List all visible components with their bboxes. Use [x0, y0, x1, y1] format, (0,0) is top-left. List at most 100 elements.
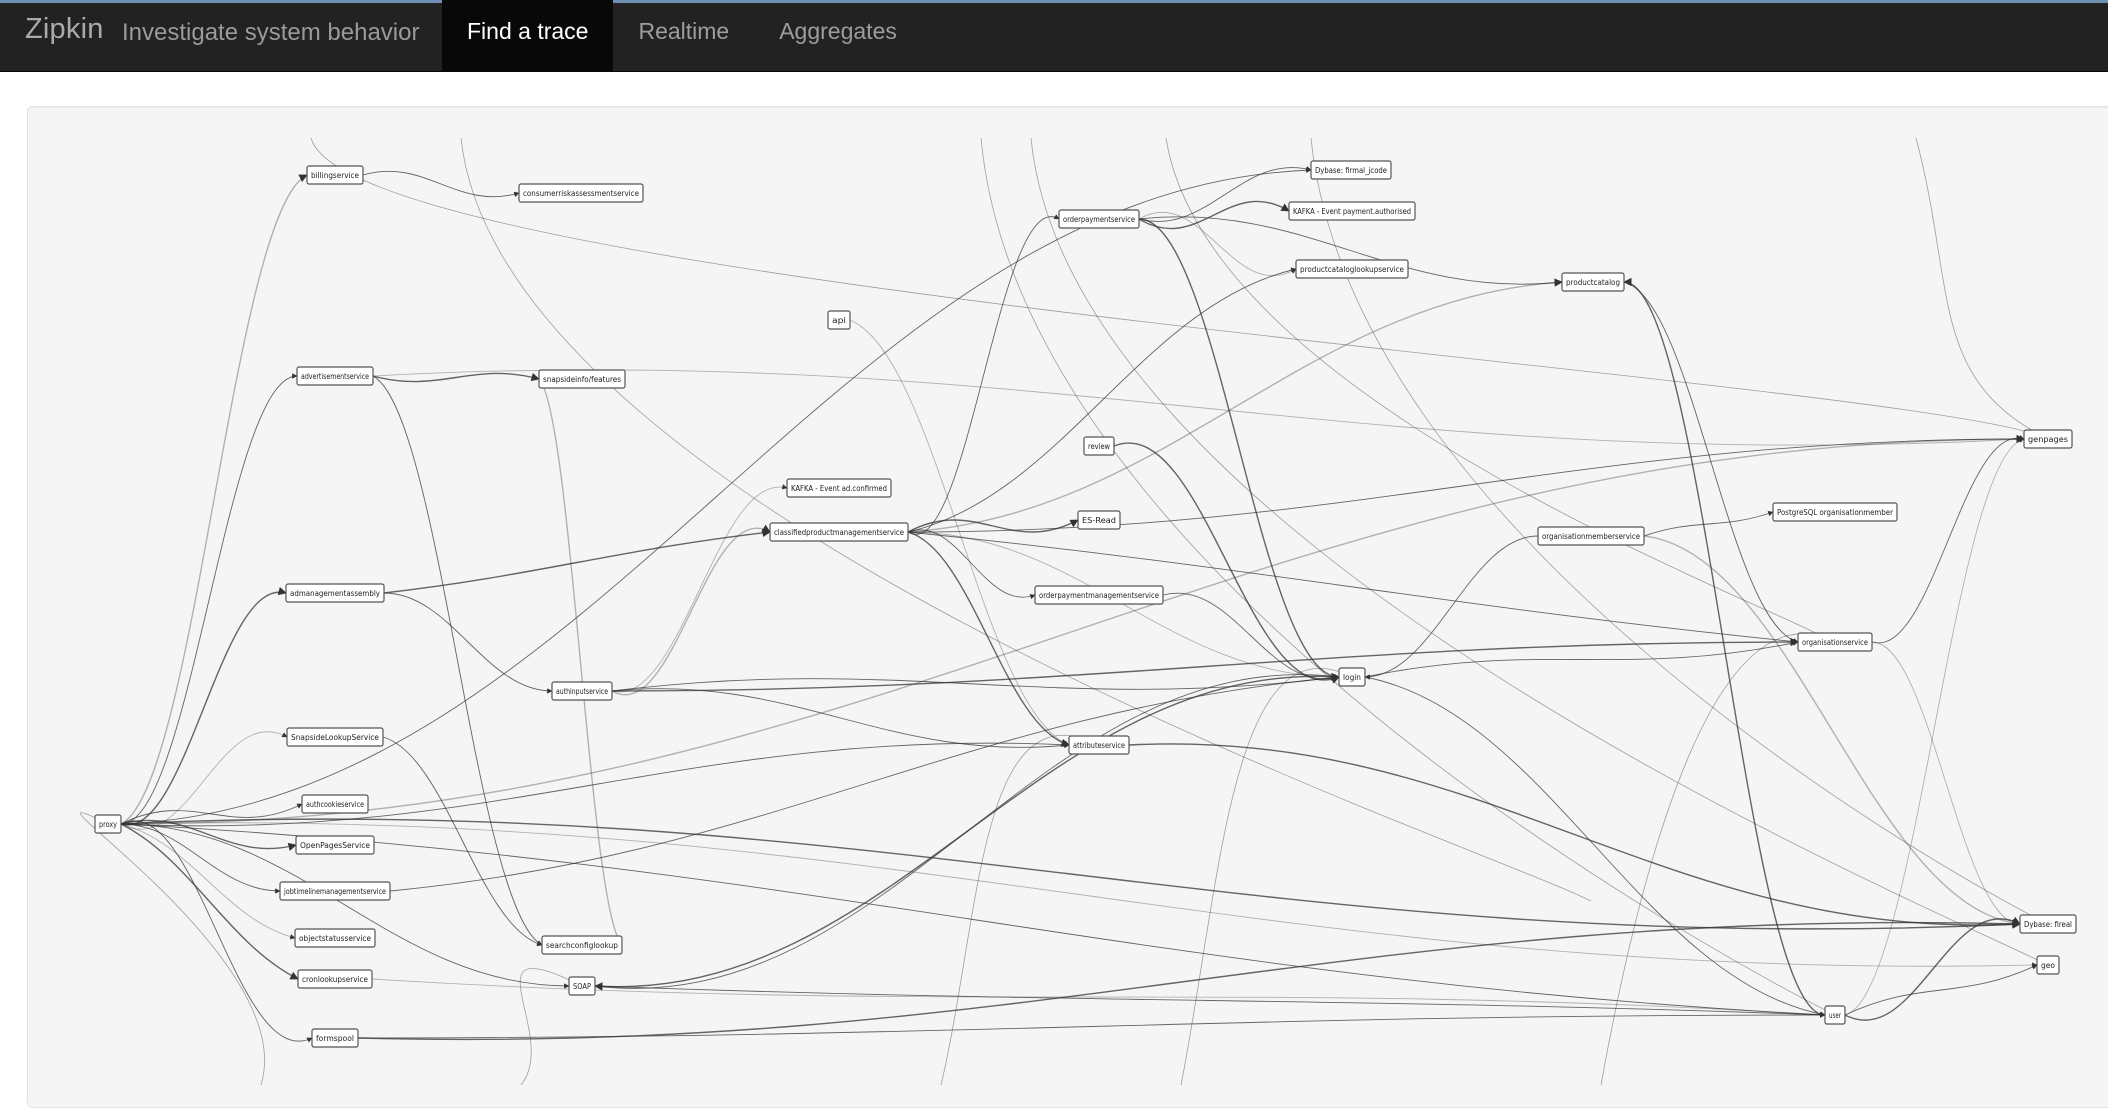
top-accent-strip: [0, 0, 2108, 3]
graph-node-label: KAFKA - Event ad.confirmed: [791, 484, 887, 493]
graph-node-label: orderpaymentservice: [1063, 215, 1135, 224]
graph-node-label: authcookieservice: [306, 800, 364, 809]
dependency-edge: [1643, 511, 1774, 537]
dependency-edge: [1364, 535, 1539, 680]
graph-node-genpages[interactable]: genpages: [2023, 429, 2073, 449]
graph-node-label: searchconfiglookup: [546, 941, 618, 950]
graph-node-label: Dybase: fireal: [2024, 920, 2072, 929]
graph-node-label: snapsideinfo/features: [543, 375, 621, 384]
dependency-edge: [120, 167, 1312, 825]
graph-node-label: admanagementassembly: [290, 589, 381, 598]
graph-node-kafka_ad[interactable]: KAFKA - Event ad.confirmed: [786, 478, 892, 498]
graph-node-organisation[interactable]: organisationservice: [1797, 632, 1873, 652]
dependency-edge: [120, 434, 2025, 825]
graph-node-kafka_payment[interactable]: KAFKA - Event payment.authorised: [1288, 201, 1416, 221]
graph-node-label: productcataloglookupservice: [1300, 265, 1404, 274]
graph-node-authcookie[interactable]: authcookieservice: [301, 794, 369, 814]
graph-node-orderpaymentservice[interactable]: orderpaymentservice: [1058, 209, 1140, 229]
graph-node-snapsidelookup[interactable]: SnapsideLookupService: [286, 727, 384, 747]
dependency-edge: [357, 1012, 1826, 1039]
graph-node-label: login: [1343, 673, 1361, 682]
graph-node-label: ES-Read: [1082, 516, 1116, 525]
graph-node-label: orderpaymentmanagementservice: [1039, 591, 1159, 600]
dependency-edge: [611, 524, 771, 696]
tab-find-a-trace[interactable]: Find a trace: [442, 0, 614, 71]
graph-node-label: PostgreSQL organisationmember: [1777, 508, 1894, 517]
dependency-edge: [1915, 137, 2049, 440]
graph-node-label: organisationservice: [1802, 638, 1868, 647]
graph-node-classified[interactable]: classifiedproductmanagementservice: [769, 522, 909, 542]
graph-node-label: KAFKA - Event payment.authorised: [1293, 207, 1411, 216]
graph-node-review[interactable]: review: [1083, 436, 1115, 456]
dependency-edge: [120, 823, 1826, 1018]
graph-node-productcataloglookup[interactable]: productcataloglookupservice: [1295, 259, 1409, 279]
dependency-edge: [1600, 633, 1836, 1085]
graph-node-label: advertisementservice: [301, 372, 369, 381]
graph-node-cronlookup[interactable]: cronlookupservice: [297, 969, 373, 989]
dependency-edge: [1113, 442, 1340, 684]
dependency-edge: [1128, 743, 2021, 929]
graph-node-dbase_fiirmal_jcode[interactable]: Dybase: firmal_jcode: [1310, 160, 1392, 180]
dependency-edge: [538, 378, 623, 946]
dependency-edge: [383, 592, 553, 694]
tab-realtime[interactable]: Realtime: [613, 0, 754, 71]
graph-node-productcatalog[interactable]: productcatalog: [1561, 272, 1625, 292]
graph-node-searchconfig[interactable]: searchconfiglookup: [541, 935, 623, 955]
graph-node-objectstatus[interactable]: objectstatusservice: [294, 928, 376, 948]
dependency-edge: [1844, 916, 2021, 1021]
graph-node-attributeservice[interactable]: attributeservice: [1068, 735, 1130, 755]
dependency-edge: [907, 214, 1060, 535]
dependency-edge: [1364, 676, 1826, 1017]
dependency-edge: [907, 267, 1297, 533]
graph-node-geo[interactable]: geo: [2036, 955, 2060, 975]
graph-node-label: SnapsideLookupService: [291, 733, 379, 742]
graph-node-login[interactable]: login: [1338, 667, 1366, 687]
graph-node-label: OpenPagesService: [300, 841, 370, 850]
graph-node-label: Dybase: firmal_jcode: [1315, 166, 1387, 175]
graph-node-admanagement[interactable]: admanagementassembly: [285, 583, 385, 603]
graph-node-openpages[interactable]: OpenPagesService: [295, 835, 375, 855]
graph-node-orgmember[interactable]: organisationmemberservice: [1537, 526, 1645, 546]
dependency-edge: [1138, 218, 1340, 682]
brand-link[interactable]: Zipkin: [25, 13, 104, 46]
tab-aggregates[interactable]: Aggregates: [754, 0, 922, 71]
graph-node-jobtimeline[interactable]: jobtimelinemanagementservice: [279, 881, 391, 901]
graph-node-billingservice[interactable]: billingservice: [306, 165, 364, 185]
graph-node-formspool[interactable]: formspool: [311, 1028, 359, 1048]
dependency-edge: [120, 823, 281, 894]
dependency-edge: [120, 818, 2021, 930]
graph-node-label: classifiedproductmanagementservice: [774, 528, 904, 537]
graph-node-user[interactable]: user: [1824, 1005, 1846, 1025]
dependency-edge: [1138, 200, 1290, 230]
graph-node-label: formspool: [316, 1034, 354, 1043]
graph-node-authinput[interactable]: authinputservice: [551, 681, 613, 701]
graph-node-orderpaymentmgmt[interactable]: orderpaymentmanagementservice: [1034, 585, 1164, 605]
dependency-edge: [382, 736, 543, 947]
graph-node-postgresql[interactable]: PostgreSQL organisationmember: [1772, 502, 1898, 522]
dependency-edge: [1871, 435, 2025, 644]
dependency-edge: [120, 742, 1070, 827]
graph-node-label: api: [832, 316, 846, 325]
graph-node-label: organisationmemberservice: [1542, 532, 1640, 541]
dependency-edge: [611, 688, 1070, 749]
graph-node-consumerriskassessment[interactable]: consumerriskassessmentservice: [518, 183, 644, 203]
dependency-edge: [1364, 640, 1799, 678]
dependency-edge: [1844, 964, 2038, 1016]
graph-node-advertisement[interactable]: advertisementservice: [296, 366, 374, 386]
graph-node-api[interactable]: api: [827, 310, 851, 330]
graph-node-dbase_fireal[interactable]: Dybase: fireal: [2019, 914, 2077, 934]
dependency-edge: [120, 823, 299, 980]
graph-node-soap[interactable]: SOAP: [568, 976, 596, 996]
dependency-edge: [120, 373, 298, 825]
main-nav: Find a trace Realtime Aggregates: [442, 0, 922, 71]
graph-node-label: authinputservice: [556, 687, 608, 696]
dependency-graph[interactable]: billingservice consumerriskassessmentserv…: [27, 106, 2108, 1085]
dependency-edge: [611, 637, 1799, 692]
graph-node-label: productcatalog: [1566, 278, 1620, 287]
graph-node-es_read[interactable]: ES-Read: [1077, 510, 1121, 530]
dependency-edge: [120, 820, 313, 1043]
graph-node-label: genpages: [2028, 435, 2068, 444]
dependency-edge: [1138, 166, 1312, 222]
graph-node-snapsideinfo[interactable]: snapsideinfo/features: [538, 369, 626, 389]
graph-node-proxy[interactable]: proxy: [94, 814, 122, 834]
